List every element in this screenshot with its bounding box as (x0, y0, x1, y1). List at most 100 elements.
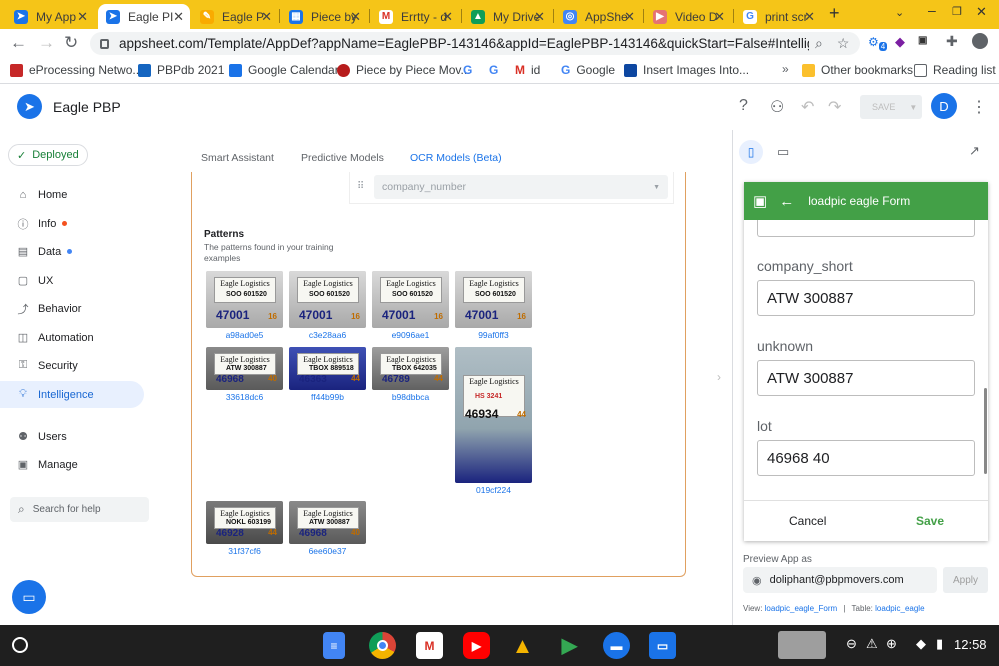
browser-tab[interactable]: M Errtty - d ✕ (371, 4, 459, 29)
clock[interactable]: 12:58 (954, 637, 987, 652)
save-button[interactable]: SAVE ▼ (860, 95, 922, 119)
preview-email-input[interactable]: ◉ doliphant@pbpmovers.com (743, 567, 937, 593)
open-external-icon[interactable]: ↗ (969, 143, 980, 159)
close-icon[interactable]: ✕ (714, 9, 725, 25)
sidebar-item-data[interactable]: ▤ Data (0, 238, 144, 265)
close-icon[interactable]: ✕ (624, 9, 635, 25)
tab-smart-assistant[interactable]: Smart Assistant (201, 152, 274, 164)
pattern-id-link[interactable]: c3e28aa6 (289, 330, 366, 340)
view-link[interactable]: loadpic_eagle_Form (765, 604, 838, 613)
wifi-icon[interactable]: ◆ (916, 636, 926, 652)
browser-tab[interactable]: ▦ Piece by ✕ (281, 4, 367, 29)
close-icon[interactable]: ✕ (261, 9, 272, 25)
close-icon[interactable]: ✕ (534, 9, 545, 25)
more-icon[interactable]: ⋮ (971, 97, 987, 117)
bookmark[interactable]: PBPdb 2021 (138, 63, 224, 77)
expand-panel-icon[interactable]: › (717, 370, 721, 384)
browser-tab[interactable]: G print scr ✕ (735, 4, 821, 29)
pattern-thumbnail[interactable]: Eagle Logistics ATW 300887 46968 40 (206, 347, 283, 390)
battery-icon[interactable]: ▮ (936, 636, 943, 652)
chat-icon[interactable]: ▭ (12, 580, 46, 614)
pattern-id-link[interactable]: b98dbbca (372, 392, 449, 402)
tab-ocr-models[interactable]: OCR Models (Beta) (410, 152, 502, 164)
more-bookmarks-icon[interactable]: » (782, 62, 789, 76)
pattern-id-link[interactable]: ff44b99b (289, 392, 366, 402)
pattern-thumbnail[interactable]: Eagle Logistics TBOX 889518 46363 44 (289, 347, 366, 390)
new-tab-icon[interactable]: + (829, 3, 840, 24)
launcher-icon[interactable] (12, 637, 28, 653)
close-icon[interactable]: ✕ (350, 9, 361, 25)
zoom-icon[interactable]: ⌕ (815, 35, 823, 52)
mobile-preview-icon[interactable]: ▯ (739, 140, 763, 164)
cancel-button[interactable]: Cancel (789, 514, 826, 528)
extension-icon[interactable]: ◆ (895, 34, 905, 50)
sidebar-item-users[interactable]: ⚉ Users (0, 423, 144, 450)
table-link[interactable]: loadpic_eagle (875, 604, 924, 613)
bookmark[interactable]: Piece by Piece Mov... (337, 63, 471, 77)
pattern-thumbnail[interactable]: Eagle Logistics SOO 601520 47001 16 (372, 271, 449, 328)
sidebar-item-info[interactable]: ⓘ Info (0, 210, 144, 237)
help-icon[interactable]: ? (739, 97, 748, 115)
appsheet-logo-icon[interactable]: ➤ (17, 94, 42, 119)
column-select[interactable]: company_number ▼ (374, 175, 668, 199)
pattern-thumbnail[interactable]: Eagle Logistics TBOX 642035 46789 44 (372, 347, 449, 390)
apply-button[interactable]: Apply (943, 567, 988, 593)
browser-tab[interactable]: ▲ My Drive ✕ (463, 4, 551, 29)
sidebar-item-home[interactable]: ⌂ Home (0, 181, 144, 208)
files-icon[interactable]: ▭ (649, 632, 676, 659)
restore-icon[interactable]: ❐ (952, 5, 962, 18)
search-help-input[interactable]: ⌕ Search for help (10, 497, 149, 522)
bookmark[interactable]: G Google (561, 63, 615, 77)
tab-predictive-models[interactable]: Predictive Models (301, 152, 384, 164)
minimize-icon[interactable]: – (928, 2, 936, 18)
undo-icon[interactable]: ↶ (801, 97, 814, 117)
bookmark[interactable]: G (463, 63, 472, 77)
chrome-icon[interactable] (369, 632, 396, 659)
pattern-thumbnail[interactable]: Eagle Logistics SOO 601520 47001 16 (206, 271, 283, 328)
pattern-thumbnail[interactable]: Eagle Logistics NOKL 603199 46928 44 (206, 501, 283, 544)
puzzle-icon[interactable]: ✚ (946, 33, 958, 50)
play-icon[interactable]: ▶ (556, 632, 583, 659)
bookmark[interactable]: Google Calendar (229, 63, 339, 77)
back-arrow-icon[interactable]: ← (779, 193, 794, 210)
pattern-id-link[interactable]: a98ad0e5 (206, 330, 283, 340)
pattern-id-link[interactable]: 019cf224 (455, 485, 532, 495)
avatar[interactable]: D (931, 93, 957, 119)
scrollbar[interactable] (984, 388, 987, 474)
alert-icon[interactable]: ⚠ (866, 636, 878, 652)
sidebar-item-behavior[interactable]: ⤴ Behavior (0, 295, 144, 322)
star-icon[interactable]: ☆ (837, 35, 850, 52)
pattern-thumbnail[interactable]: Eagle Logistics ATW 300887 46968 40 (289, 501, 366, 544)
window-close-icon[interactable]: ✕ (976, 4, 987, 20)
other-bookmarks[interactable]: Other bookmarks (802, 63, 913, 77)
deployed-badge[interactable]: ✓ Deployed (8, 144, 88, 166)
sidebar-item-ux[interactable]: ▢ UX (0, 267, 144, 294)
browser-tab[interactable]: ◎ AppShe ✕ (555, 4, 641, 29)
pattern-id-link[interactable]: 31f37cf6 (206, 546, 283, 556)
company-short-input[interactable]: ATW 300887 (757, 280, 975, 316)
close-icon[interactable]: ✕ (442, 9, 453, 25)
hold-icon[interactable]: ⊖ (846, 636, 857, 652)
forward-icon[interactable]: → (38, 33, 55, 53)
messages-icon[interactable]: ▬ (603, 632, 630, 659)
tablet-preview-icon[interactable]: ▭ (777, 144, 789, 160)
extension-icon[interactable]: ⚙ 4 (868, 35, 888, 52)
lot-input[interactable]: 46968 40 (757, 440, 975, 476)
add-icon[interactable]: ⊕ (886, 636, 897, 652)
pattern-id-link[interactable]: 99af0ff3 (455, 330, 532, 340)
pattern-thumbnail[interactable]: Eagle Logistics HS 3241 46934 44 (455, 347, 532, 483)
pattern-id-link[interactable]: 33618dc6 (206, 392, 283, 402)
bookmark[interactable]: Insert Images Into... (624, 63, 749, 77)
browser-tab[interactable]: ➤ My App ✕ (6, 4, 94, 29)
close-icon[interactable]: ✕ (77, 9, 88, 25)
bookmark[interactable]: G (489, 63, 498, 77)
back-icon[interactable]: ← (10, 33, 27, 53)
share-user-icon[interactable]: ⚇ (770, 97, 784, 117)
bookmark[interactable]: Mid (515, 63, 540, 77)
extension-icon[interactable]: ▣ (918, 35, 927, 46)
docs-icon[interactable]: ≡ (323, 632, 345, 659)
screenshot-thumbnail[interactable] (778, 631, 826, 659)
sidebar-item-manage[interactable]: ▣ Manage (0, 451, 144, 478)
sidebar-item-security[interactable]: ⚿ Security (0, 352, 144, 379)
tab-search-icon[interactable]: ⌄ (895, 6, 904, 19)
